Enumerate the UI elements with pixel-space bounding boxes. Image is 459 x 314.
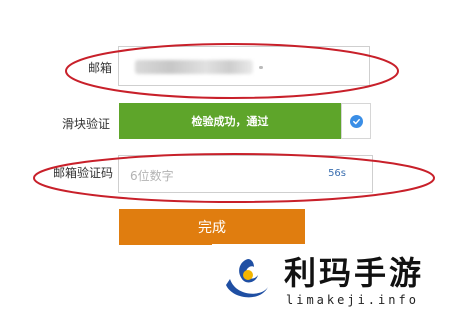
resend-countdown: 56s xyxy=(328,168,346,179)
complete-button[interactable]: 完成 xyxy=(119,209,305,245)
email-code-input[interactable]: 6位数字 56s xyxy=(118,155,373,193)
slider-verify-bar: 检验成功，通过 xyxy=(119,103,341,139)
slider-handle[interactable] xyxy=(341,103,371,139)
watermark-title: 利玛手游 xyxy=(284,254,425,292)
email-code-placeholder: 6位数字 xyxy=(130,169,174,183)
slider-success-text: 检验成功，通过 xyxy=(191,115,269,128)
watermark: 利玛手游 limakeji.info xyxy=(212,244,459,314)
check-icon xyxy=(349,114,363,128)
email-value-redacted xyxy=(135,60,253,74)
slider-verify-label: 滑块验证 xyxy=(62,117,111,131)
email-label: 邮箱 xyxy=(88,61,113,75)
watermark-logo-icon xyxy=(220,251,274,305)
email-value-redacted-tail xyxy=(259,66,263,69)
email-field[interactable] xyxy=(118,46,370,86)
email-code-label: 邮箱验证码 xyxy=(53,166,114,180)
watermark-subtitle: limakeji.info xyxy=(286,293,419,307)
